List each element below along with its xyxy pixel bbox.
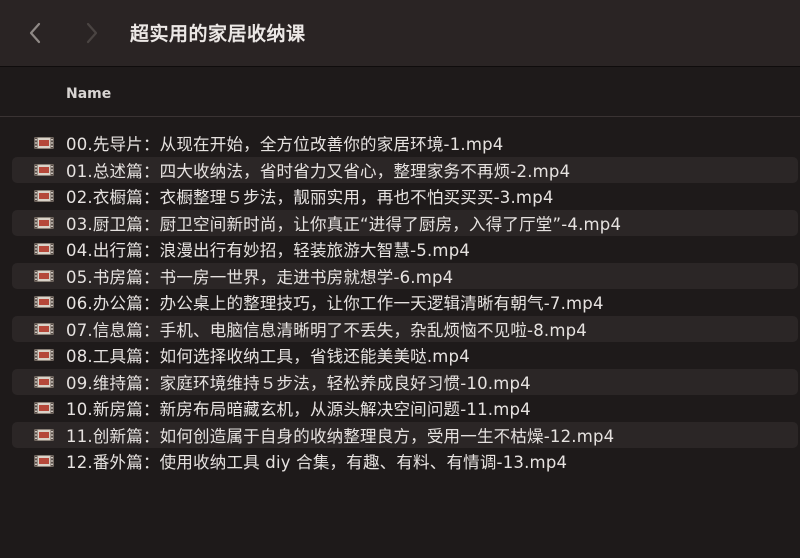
file-name: 02.衣橱篇：衣橱整理５步法，靓丽实用，再也不怕买买买-3.mp4 — [66, 188, 554, 208]
window-title: 超实用的家居收纳课 — [130, 23, 306, 45]
video-file-icon — [34, 402, 54, 415]
file-name: 11.创新篇：如何创造属于自身的收纳整理良方，受用一生不枯燥-12.mp4 — [66, 426, 615, 446]
finder-window: 超实用的家居收纳课 Name 00.先导片：从现在开始，全方位改善你的家居环境-… — [0, 0, 800, 558]
video-file-icon — [34, 190, 54, 203]
file-name: 09.维持篇：家庭环境维持５步法，轻松养成良好习惯-10.mp4 — [66, 373, 531, 393]
video-file-icon — [34, 349, 54, 362]
video-file-icon — [34, 322, 54, 335]
video-file-icon — [34, 375, 54, 388]
file-row[interactable]: 10.新房篇：新房布局暗藏玄机，从源头解决空间问题-11.mp4 — [0, 395, 800, 422]
file-name: 03.厨卫篇：厨卫空间新时尚，让你真正“进得了厨房，入得了厅堂”-4.mp4 — [66, 214, 622, 234]
file-row[interactable]: 00.先导片：从现在开始，全方位改善你的家居环境-1.mp4 — [0, 130, 800, 157]
video-file-icon — [34, 296, 54, 309]
video-file-icon — [34, 428, 54, 441]
forward-button[interactable] — [79, 20, 105, 46]
chevron-right-icon — [86, 22, 98, 44]
file-name: 08.工具篇：如何选择收纳工具，省钱还能美美哒.mp4 — [66, 347, 470, 367]
back-button[interactable] — [22, 20, 48, 46]
file-name: 12.番外篇：使用收纳工具 diy 合集，有趣、有料、有情调-13.mp4 — [66, 453, 568, 473]
file-row[interactable]: 04.出行篇：浪漫出行有妙招，轻装旅游大智慧-5.mp4 — [0, 236, 800, 263]
file-row[interactable]: 06.办公篇：办公桌上的整理技巧，让你工作一天逻辑清晰有朝气-7.mp4 — [0, 289, 800, 316]
file-list: 00.先导片：从现在开始，全方位改善你的家居环境-1.mp4 01.总述篇：四大… — [0, 130, 800, 475]
file-row[interactable]: 08.工具篇：如何选择收纳工具，省钱还能美美哒.mp4 — [0, 342, 800, 369]
video-file-icon — [34, 243, 54, 256]
file-name: 01.总述篇：四大收纳法，省时省力又省心，整理家务不再烦-2.mp4 — [66, 161, 571, 181]
chevron-left-icon — [29, 22, 41, 44]
file-row[interactable]: 12.番外篇：使用收纳工具 diy 合集，有趣、有料、有情调-13.mp4 — [0, 448, 800, 475]
file-row[interactable]: 09.维持篇：家庭环境维持５步法，轻松养成良好习惯-10.mp4 — [12, 368, 798, 395]
file-name: 10.新房篇：新房布局暗藏玄机，从源头解决空间问题-11.mp4 — [66, 400, 531, 420]
file-row[interactable]: 05.书房篇：书一房一世界，走进书房就想学-6.mp4 — [12, 262, 798, 289]
file-row[interactable]: 01.总述篇：四大收纳法，省时省力又省心，整理家务不再烦-2.mp4 — [12, 156, 798, 183]
file-row[interactable]: 07.信息篇：手机、电脑信息清晰明了不丢失，杂乱烦恼不见啦-8.mp4 — [12, 315, 798, 342]
toolbar: 超实用的家居收纳课 — [0, 0, 800, 67]
video-file-icon — [34, 269, 54, 282]
file-row[interactable]: 03.厨卫篇：厨卫空间新时尚，让你真正“进得了厨房，入得了厅堂”-4.mp4 — [12, 209, 798, 236]
file-row[interactable]: 02.衣橱篇：衣橱整理５步法，靓丽实用，再也不怕买买买-3.mp4 — [0, 183, 800, 210]
column-header-name[interactable]: Name — [66, 86, 111, 102]
file-name: 04.出行篇：浪漫出行有妙招，轻装旅游大智慧-5.mp4 — [66, 241, 471, 261]
file-name: 07.信息篇：手机、电脑信息清晰明了不丢失，杂乱烦恼不见啦-8.mp4 — [66, 320, 587, 340]
video-file-icon — [34, 137, 54, 150]
file-row[interactable]: 11.创新篇：如何创造属于自身的收纳整理良方，受用一生不枯燥-12.mp4 — [12, 421, 798, 448]
column-header: Name — [0, 67, 800, 117]
file-name: 00.先导片：从现在开始，全方位改善你的家居环境-1.mp4 — [66, 135, 504, 155]
file-name: 05.书房篇：书一房一世界，走进书房就想学-6.mp4 — [66, 267, 454, 287]
file-name: 06.办公篇：办公桌上的整理技巧，让你工作一天逻辑清晰有朝气-7.mp4 — [66, 294, 604, 314]
video-file-icon — [34, 163, 54, 176]
video-file-icon — [34, 455, 54, 468]
video-file-icon — [34, 216, 54, 229]
